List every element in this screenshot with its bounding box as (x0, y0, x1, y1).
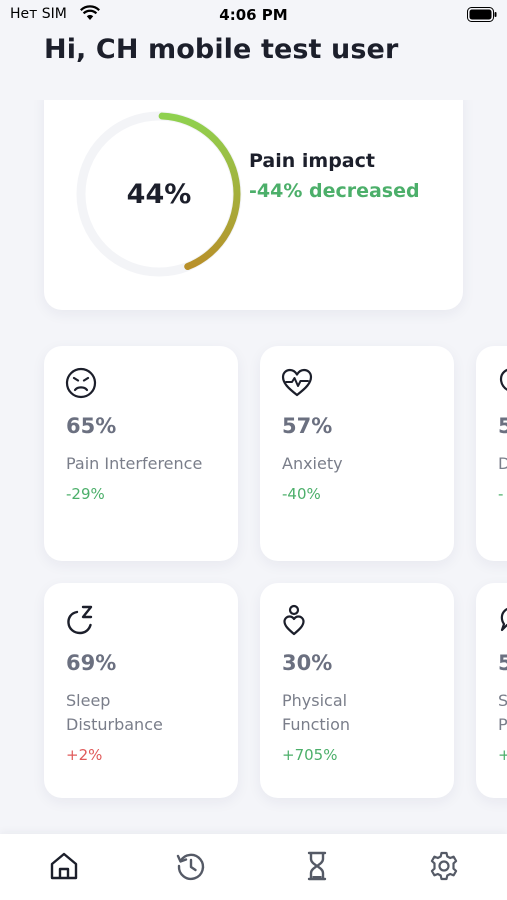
pain-impact-title: Pain impact (249, 150, 375, 172)
metric-label-line: Sleep (66, 691, 111, 710)
page-title: Hi, CH mobile test user (44, 34, 399, 65)
metric-label: D (498, 454, 507, 473)
person-heart-icon (283, 604, 305, 636)
battery-icon (467, 7, 497, 22)
metric-card-pain-interference[interactable]: 65% Pain Interference -29% (44, 346, 238, 561)
metric-card-partial-right-2[interactable]: 5 S P + (476, 583, 507, 798)
home-icon[interactable] (48, 850, 80, 882)
metric-value: 65% (66, 414, 117, 438)
metric-value: 57% (282, 414, 333, 438)
clock-time: 4:06 PM (219, 6, 288, 24)
metric-card-partial-right[interactable]: 5 D - (476, 346, 507, 561)
metric-label: Pain Interference (66, 454, 203, 473)
metric-change: -40% (282, 485, 321, 503)
sleep-icon (67, 605, 93, 635)
pain-impact-value: 44% (126, 178, 192, 210)
gear-icon[interactable] (428, 850, 460, 882)
metric-label: Physical Function (282, 689, 450, 737)
dashboard-scroll-area[interactable]: 44% Pain impact -44% decreased 65% Pain … (0, 100, 507, 834)
metric-change: - (498, 485, 504, 503)
metric-card-sleep-disturbance[interactable]: 69% Sleep Disturbance +2% (44, 583, 238, 798)
status-bar: Нет SIM 4:06 PM (0, 0, 507, 30)
history-icon[interactable] (175, 850, 207, 882)
metric-change: +705% (282, 746, 338, 764)
metric-label-line: Function (282, 715, 351, 734)
chat-icon (500, 608, 507, 632)
metric-value: 5 (498, 651, 507, 675)
bottom-tab-bar (0, 834, 507, 900)
metric-value: 5 (498, 414, 507, 438)
frown-face-icon (65, 367, 97, 399)
metric-change: +2% (66, 746, 103, 764)
metric-label-line: Disturbance (66, 715, 163, 734)
metric-card-anxiety[interactable]: 57% Anxiety -40% (260, 346, 454, 561)
metric-value: 69% (66, 651, 117, 675)
heart-pulse-icon (281, 368, 313, 397)
metric-label: Sleep Disturbance (66, 689, 234, 737)
metric-label-line: Physical (282, 691, 348, 710)
metric-change: + (498, 746, 507, 764)
metric-card-physical-function[interactable]: 30% Physical Function +705% (260, 583, 454, 798)
head-icon (499, 368, 507, 391)
metric-label: S P (498, 689, 507, 737)
metric-label-line: P (498, 715, 507, 734)
pain-impact-card[interactable]: 44% Pain impact -44% decreased (44, 100, 463, 310)
metric-label-line: S (498, 691, 507, 710)
metric-value: 30% (282, 651, 333, 675)
hourglass-icon[interactable] (301, 850, 333, 882)
pain-impact-change: -44% decreased (249, 180, 420, 202)
metric-change: -29% (66, 485, 105, 503)
metric-label: Anxiety (282, 454, 343, 473)
